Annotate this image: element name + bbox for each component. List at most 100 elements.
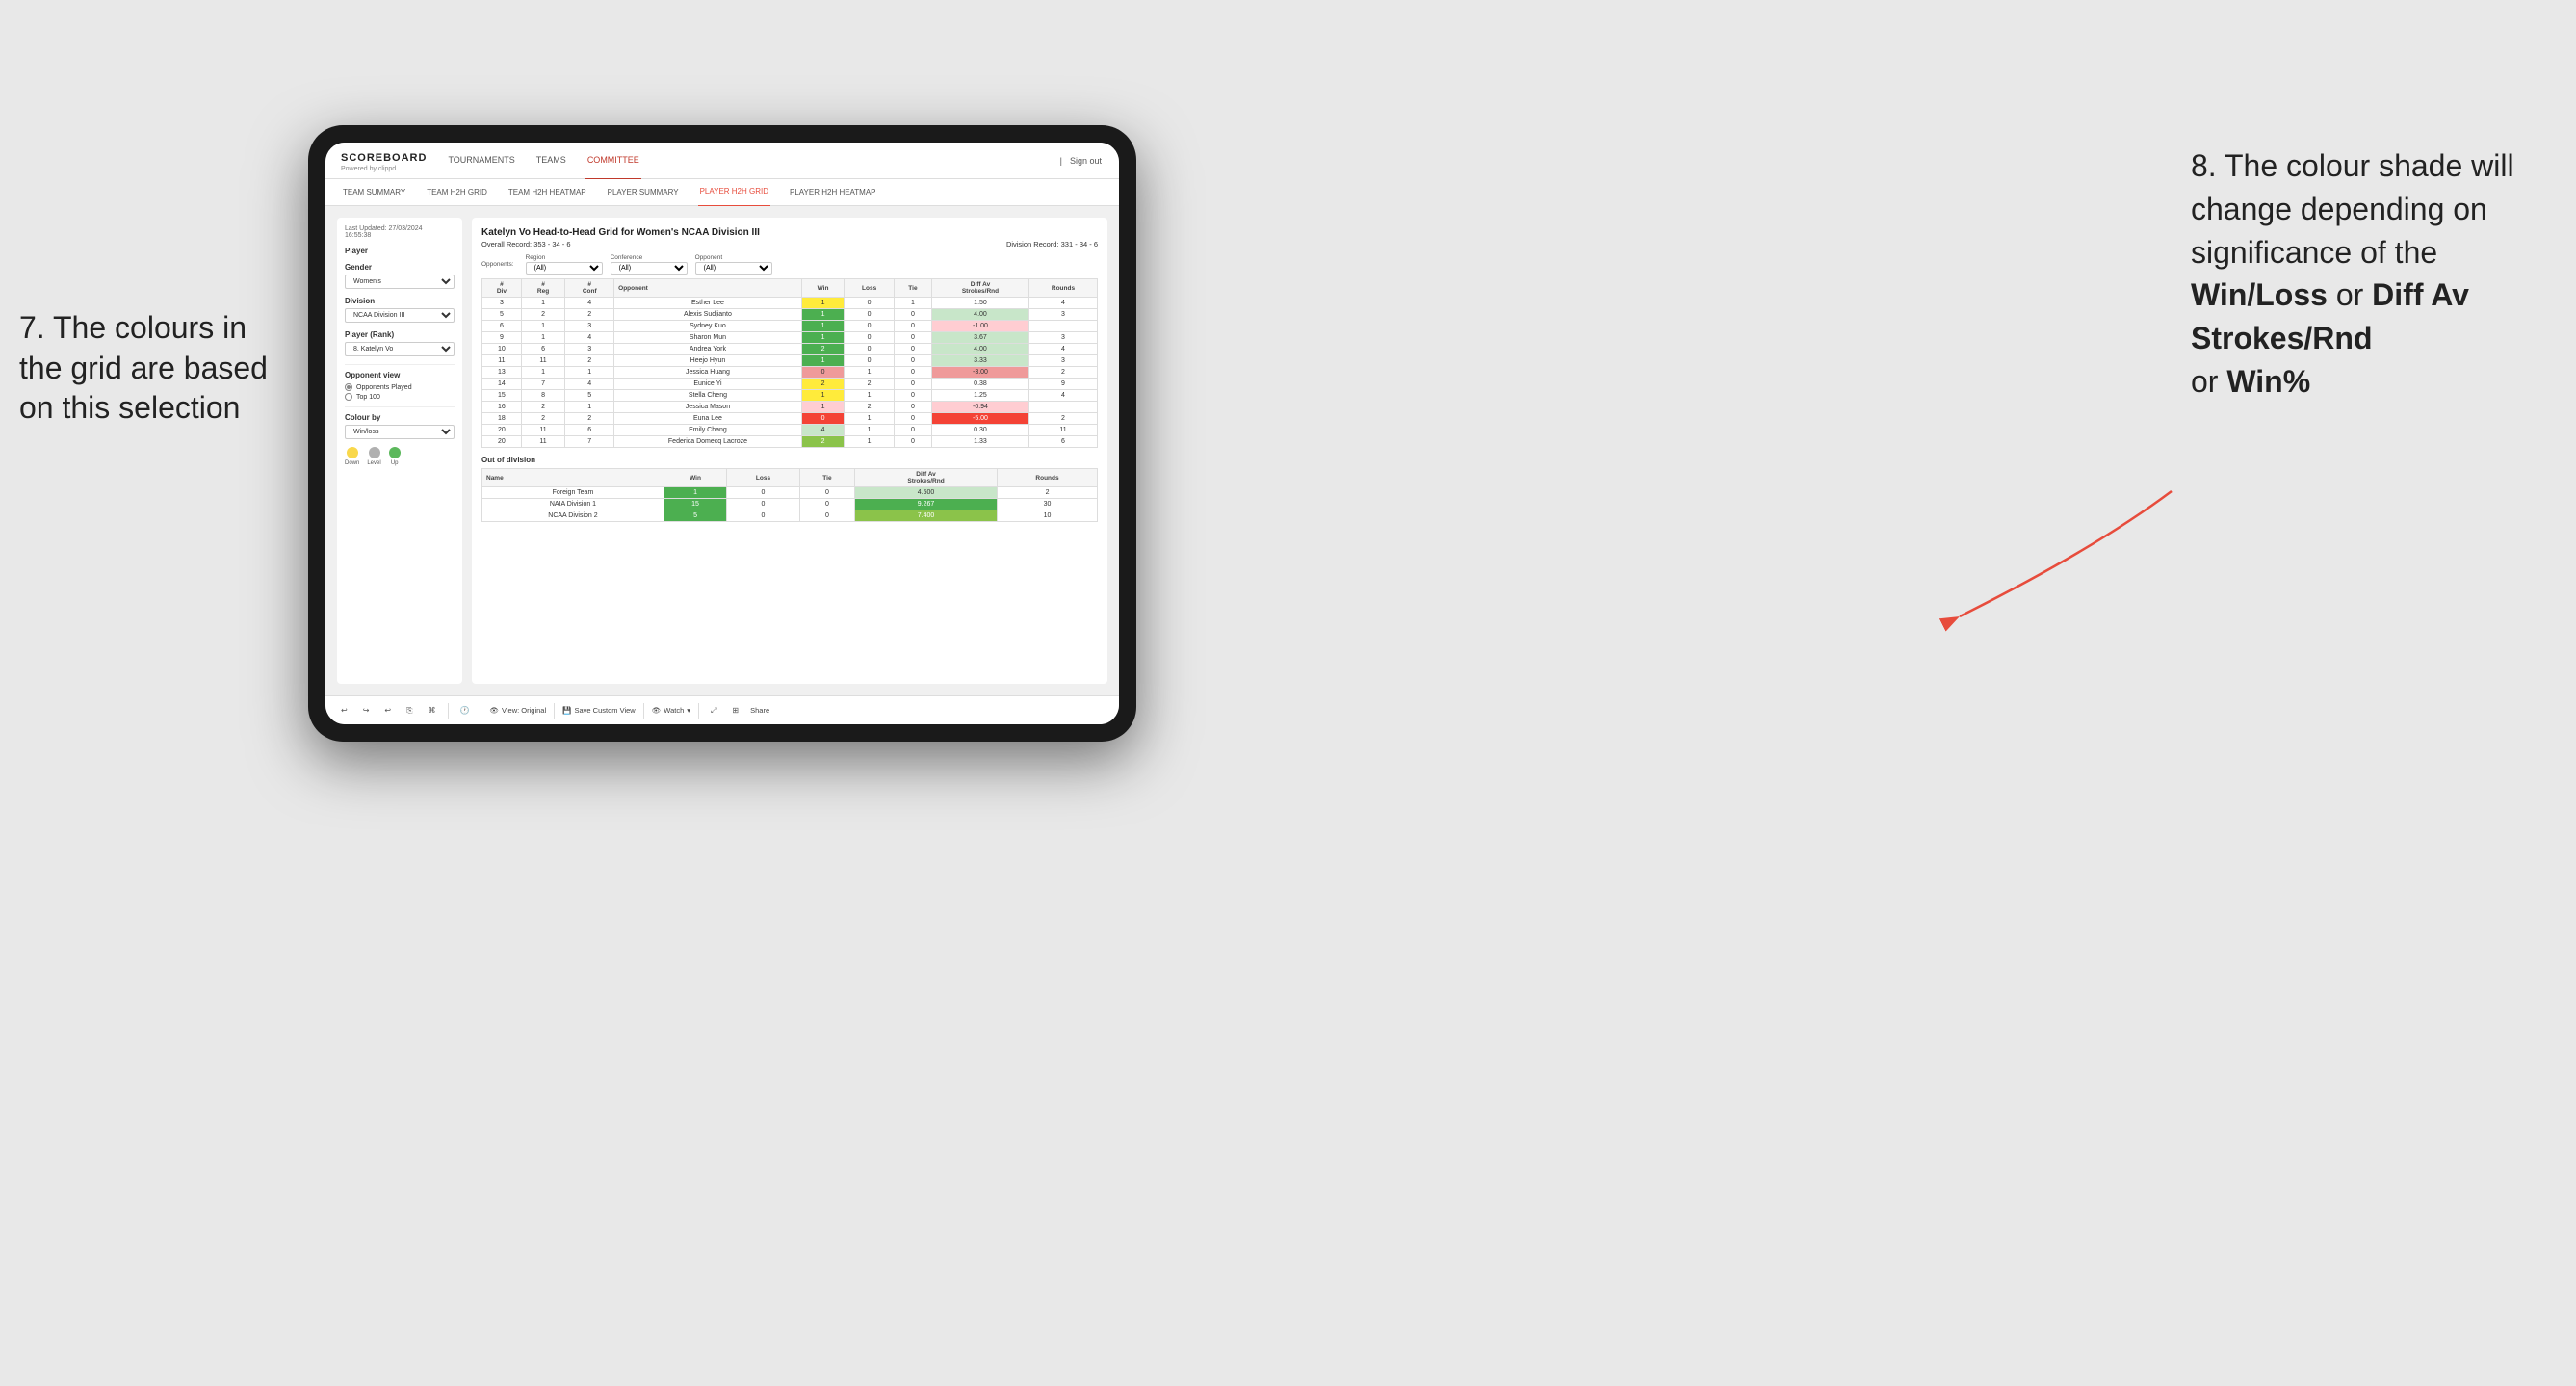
toolbar-clock[interactable]: 🕐 [456, 704, 474, 717]
filter-conference-select[interactable]: (All) [611, 262, 688, 275]
nav-teams[interactable]: TEAMS [534, 143, 568, 180]
subnav-player-h2h-heatmap[interactable]: PLAYER H2H HEATMAP [788, 179, 878, 206]
left-annotation: 7. The colours in the grid are based on … [19, 308, 289, 429]
cell-div: 10 [482, 344, 522, 355]
toolbar-redo-left[interactable]: ↪ [359, 704, 374, 717]
toolbar-watch[interactable]: 👁 Watch ▾ [652, 706, 690, 715]
cell-reg: 2 [521, 402, 564, 413]
cell-rounds: 4 [1029, 298, 1098, 309]
cell-rounds: 6 [1029, 436, 1098, 448]
subnav-team-h2h-heatmap[interactable]: TEAM H2H HEATMAP [507, 179, 588, 206]
ood-th-loss: Loss [727, 469, 800, 487]
cell-loss: 0 [845, 344, 895, 355]
sidebar-player-rank-label: Player (Rank) [345, 330, 455, 339]
filter-opponent-label: Opponent [695, 254, 772, 261]
nav-committee[interactable]: COMMITTEE [585, 143, 641, 180]
view-original-label: View: Original [502, 706, 546, 715]
sidebar-gender-select[interactable]: Women's [345, 275, 455, 289]
ood-th-tie: Tie [799, 469, 854, 487]
cell-tie: 0 [894, 321, 931, 332]
filter-opponent-select[interactable]: (All) [695, 262, 772, 275]
cell-conf: 7 [565, 436, 614, 448]
nav-divider: | [1060, 156, 1062, 166]
cell-tie: 0 [894, 355, 931, 367]
grid-record: Overall Record: 353 - 34 - 6 Division Re… [481, 240, 1098, 248]
toolbar-redo-right[interactable]: ↩ [380, 704, 395, 717]
subnav-player-h2h-grid[interactable]: PLAYER H2H GRID [698, 178, 770, 207]
cell-win: 2 [801, 379, 845, 390]
cell-rounds: 9 [1029, 379, 1098, 390]
cell-rounds: 3 [1029, 332, 1098, 344]
ood-cell-loss: 0 [727, 510, 800, 522]
watch-icon: 👁 [652, 706, 662, 715]
cell-win: 0 [801, 367, 845, 379]
sidebar-division-select[interactable]: NCAA Division III [345, 308, 455, 323]
sidebar-colour-by-select[interactable]: Win/loss [345, 425, 455, 439]
subnav-player-summary[interactable]: PLAYER SUMMARY [606, 179, 681, 206]
legend-dot-up [389, 447, 401, 458]
cell-reg: 6 [521, 344, 564, 355]
toolbar-save-custom[interactable]: 💾 Save Custom View [562, 706, 636, 715]
toolbar-undo[interactable]: ↩ [337, 704, 351, 717]
navbar: SCOREBOARD Powered by clippd TOURNAMENTS… [325, 143, 1119, 179]
cell-conf: 4 [565, 379, 614, 390]
cell-tie: 0 [894, 379, 931, 390]
toolbar-view-original[interactable]: 👁 View: Original [489, 706, 546, 715]
cell-opponent: Andrea York [614, 344, 802, 355]
th-diff: Diff AvStrokes/Rnd [931, 279, 1028, 298]
cell-loss: 2 [845, 379, 895, 390]
ood-cell-win: 1 [664, 487, 726, 499]
cell-conf: 2 [565, 355, 614, 367]
cell-loss: 0 [845, 309, 895, 321]
toolbar-expand[interactable]: ⤢ [707, 704, 720, 718]
overall-record: Overall Record: 353 - 34 - 6 [481, 240, 571, 248]
cell-win: 1 [801, 309, 845, 321]
sidebar-player-rank-select[interactable]: 8. Katelyn Vo [345, 342, 455, 356]
cell-reg: 1 [521, 298, 564, 309]
cell-conf: 4 [565, 332, 614, 344]
radio-opponents-played[interactable]: Opponents Played [345, 383, 455, 391]
division-record-value: 331 - 34 - 6 [1061, 240, 1098, 248]
subnav: TEAM SUMMARY TEAM H2H GRID TEAM H2H HEAT… [325, 179, 1119, 206]
ood-cell-win: 5 [664, 510, 726, 522]
ood-cell-loss: 0 [727, 499, 800, 510]
filter-region-label: Region [526, 254, 603, 261]
cell-win: 1 [801, 332, 845, 344]
cell-diff: -5.00 [931, 413, 1028, 425]
ood-cell-loss: 0 [727, 487, 800, 499]
subnav-team-h2h-grid[interactable]: TEAM H2H GRID [425, 179, 489, 206]
cell-loss: 0 [845, 321, 895, 332]
toolbar-share[interactable]: Share [750, 706, 769, 715]
table-row: 13 1 1 Jessica Huang 0 1 0 -3.00 2 [482, 367, 1098, 379]
th-reg: #Reg [521, 279, 564, 298]
toolbar-copy[interactable]: ⎘ [403, 704, 416, 718]
right-annotation-text: 8. The colour shade will change dependin… [2191, 148, 2514, 270]
subnav-team-summary[interactable]: TEAM SUMMARY [341, 179, 407, 206]
sidebar-gender-section: Gender Women's [345, 263, 455, 289]
cell-opponent: Sydney Kuo [614, 321, 802, 332]
filter-region-select[interactable]: (All) [526, 262, 603, 275]
ood-table: Name Win Loss Tie Diff AvStrokes/Rnd Rou… [481, 468, 1098, 522]
toolbar-grid[interactable]: ⊞ [728, 704, 742, 717]
cell-rounds: 11 [1029, 425, 1098, 436]
right-bold1: Win/Loss [2191, 277, 2328, 312]
cell-diff: 4.00 [931, 309, 1028, 321]
cell-div: 14 [482, 379, 522, 390]
sidebar-colour-by-label: Colour by [345, 413, 455, 422]
table-row: 5 2 2 Alexis Sudjianto 1 0 0 4.00 3 [482, 309, 1098, 321]
ood-cell-tie: 0 [799, 510, 854, 522]
radio-top100[interactable]: Top 100 [345, 393, 455, 401]
cell-loss: 1 [845, 425, 895, 436]
ood-th-name: Name [482, 469, 664, 487]
ood-cell-name: NCAA Division 2 [482, 510, 664, 522]
sign-out-button[interactable]: Sign out [1068, 143, 1104, 179]
table-row: 16 2 1 Jessica Mason 1 2 0 -0.94 [482, 402, 1098, 413]
grid-area: Katelyn Vo Head-to-Head Grid for Women's… [472, 218, 1107, 684]
toolbar-paste[interactable]: ⌘ [425, 704, 440, 717]
cell-rounds: 3 [1029, 309, 1098, 321]
filter-region-group: Region (All) [526, 254, 603, 275]
th-loss: Loss [845, 279, 895, 298]
table-row: 20 11 7 Federica Domecq Lacroze 2 1 0 1.… [482, 436, 1098, 448]
nav-tournaments[interactable]: TOURNAMENTS [446, 143, 516, 180]
cell-tie: 0 [894, 332, 931, 344]
